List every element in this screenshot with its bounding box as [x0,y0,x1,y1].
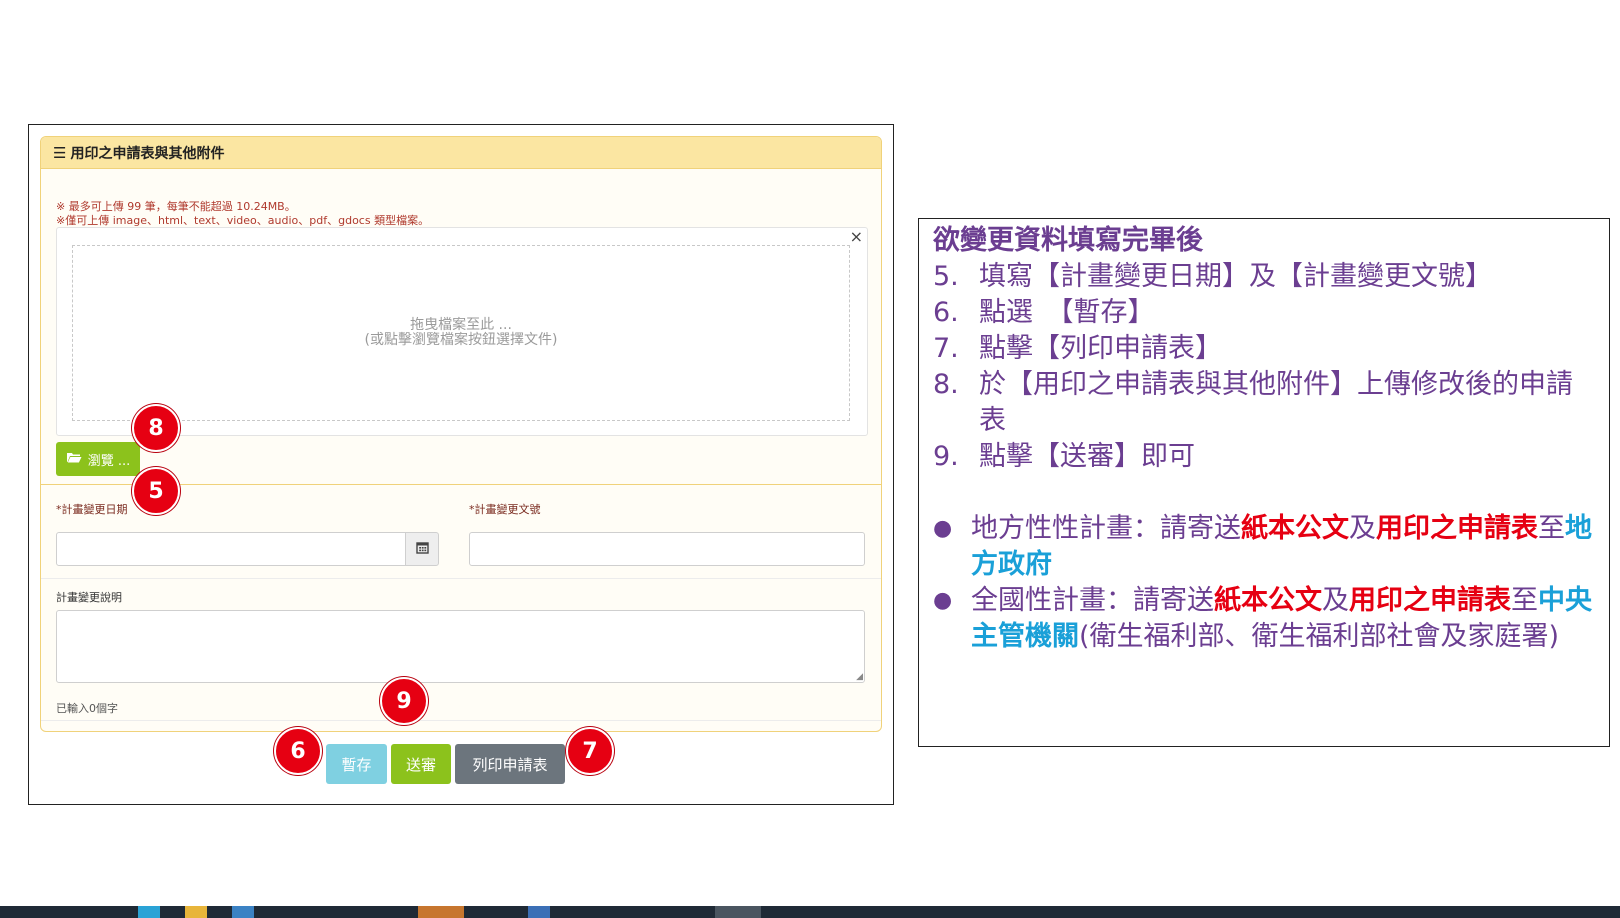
desc-label: 計畫變更說明 [56,591,122,604]
taskbar-app-icon[interactable] [528,906,550,918]
menu-icon: ☰ [53,143,67,162]
instruction-step: 8. 於【用印之申請表與其他附件】上傳修改後的申請表 [933,367,1595,439]
bullet-dot-icon: ● [933,516,953,541]
instruction-step: 6. 點選 【暫存】 [933,295,1595,331]
resize-handle-icon[interactable]: ◢ [856,672,863,682]
submit-review-button[interactable]: 送審 [391,744,451,784]
step-number: 6. [933,297,959,328]
panel-header: ☰ 用印之申請表與其他附件 [41,137,881,169]
step-text: 於【用印之申請表與其他附件】上傳修改後的申請表 [979,369,1573,436]
drop-zone-text: 拖曳檔案至此 ... [410,317,512,333]
step-number: 9. [933,441,959,472]
bottom-divider [41,720,881,721]
bullet-local-plan: ● 地方性性計畫：請寄送紙本公文及用印之申請表至地方政府 [933,511,1595,583]
panel-title: 用印之申請表與其他附件 [70,145,225,162]
instruction-box: 欲變更資料填寫完畢後 5. 填寫【計畫變更日期】及【計畫變更文號】 6. 點選 … [918,218,1610,747]
form-screenshot: ☰ 用印之申請表與其他附件 ※ 最多可上傳 99 筆，每筆不能超過 10.24M… [28,124,894,805]
taskbar-app-icon[interactable] [715,906,761,918]
step-text: 填寫【計畫變更日期】及【計畫變更文號】 [979,261,1492,292]
instruction-title: 欲變更資料填寫完畢後 [933,225,1203,256]
step-marker-8: 8 [132,404,180,452]
save-draft-button[interactable]: 暫存 [326,744,387,784]
taskbar-app-icon[interactable] [185,906,207,918]
step-text: 點擊【列印申請表】 [979,333,1222,364]
date-label: *計畫變更日期 [56,503,128,516]
instruction-step: 9. 點擊【送審】即可 [933,439,1595,475]
close-icon[interactable]: × [850,227,863,246]
change-docno-input[interactable] [469,532,865,566]
step-number: 8. [933,369,959,400]
folder-open-icon [66,451,82,467]
field-divider [41,578,881,579]
change-date-input[interactable] [56,532,406,566]
step-number: 5. [933,261,959,292]
instruction-step: 7. 點擊【列印申請表】 [933,331,1595,367]
taskbar-app-icon[interactable] [138,906,160,918]
print-application-button[interactable]: 列印申請表 [455,744,565,784]
instruction-step: 5. 填寫【計畫變更日期】及【計畫變更文號】 [933,259,1595,295]
bullet-text: 全國性計畫：請寄送紙本公文及用印之申請表至中央主管機關(衛生福利部、衛生福利部社… [971,585,1592,652]
step-text: 點選 【暫存】 [979,297,1155,328]
step-number: 7. [933,333,959,364]
drop-zone-hint: (或點擊瀏覽檔案按鈕選擇文件) [364,332,558,348]
change-description-textarea[interactable]: ◢ [56,610,865,683]
calendar-icon [415,541,429,558]
docno-label: *計畫變更文號 [469,503,541,516]
drop-zone[interactable]: 拖曳檔案至此 ... (或點擊瀏覽檔案按鈕選擇文件) [72,245,850,421]
step-marker-7: 7 [566,727,614,775]
step-marker-5: 5 [132,467,180,515]
bullet-text: 地方性性計畫：請寄送紙本公文及用印之申請表至地方政府 [971,513,1592,580]
step-marker-9: 9 [380,677,428,725]
step-marker-6: 6 [274,727,322,775]
upload-type-note: ※僅可上傳 image、html、text、video、audio、pdf、gd… [56,214,430,227]
file-upload-box: × 拖曳檔案至此 ... (或點擊瀏覽檔案按鈕選擇文件) [56,227,868,436]
taskbar-app-icon-active[interactable] [418,906,464,918]
bullet-dot-icon: ● [933,588,953,613]
char-count: 已輸入0個字 [56,702,118,715]
step-text: 點擊【送審】即可 [979,441,1195,472]
browse-button[interactable]: 瀏覽 ... [56,442,140,476]
bullet-national-plan: ● 全國性計畫：請寄送紙本公文及用印之申請表至中央主管機關(衛生福利部、衛生福利… [933,583,1595,655]
taskbar-app-icon[interactable] [232,906,254,918]
calendar-button[interactable] [405,532,439,566]
browse-label: 瀏覽 ... [87,453,131,469]
